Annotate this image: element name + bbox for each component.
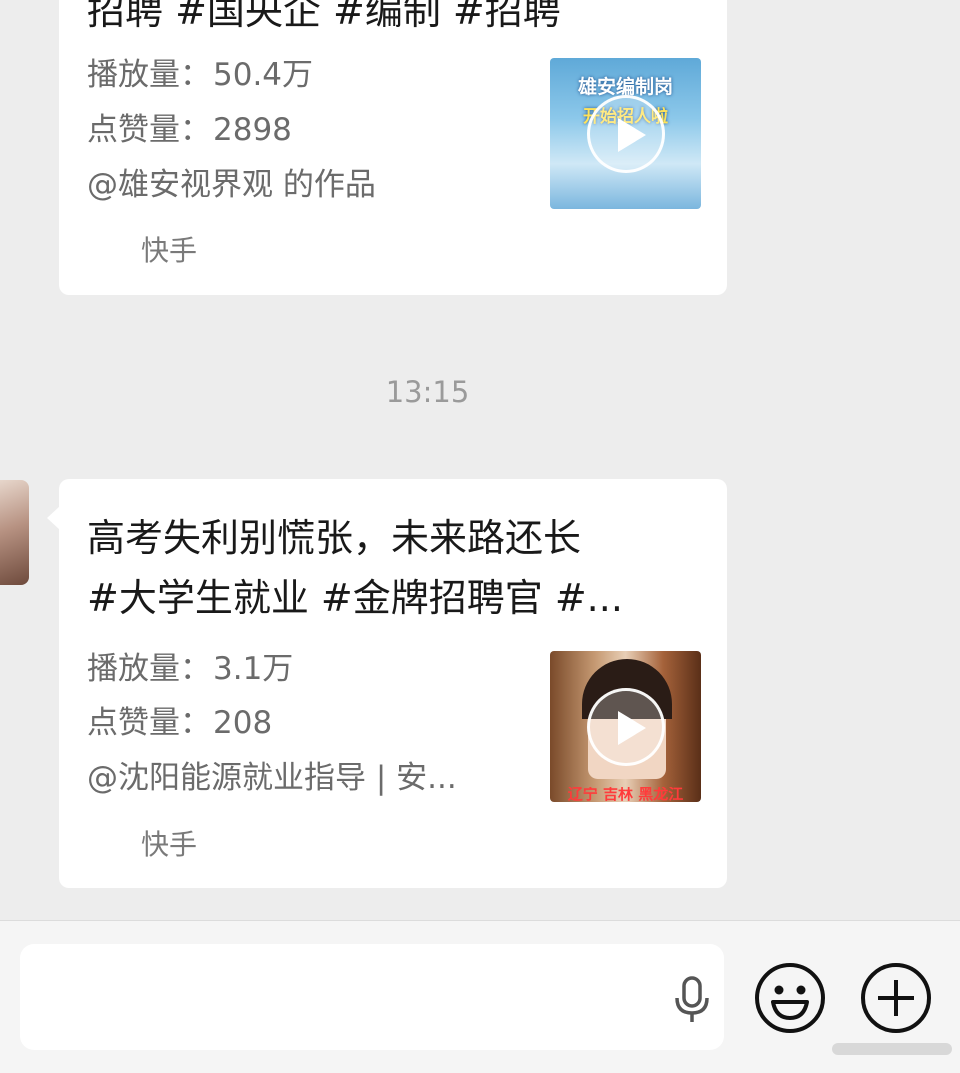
play-count-label: 播放量：	[87, 57, 211, 93]
source-app-label: 快手	[141, 828, 198, 861]
chat-area[interactable]: 招聘 #国央企 #编制 #招聘 播放量：50.4万 点赞量：2898 @雄安视界…	[0, 0, 960, 920]
card-title: 高考失利别慌张，未来路还长	[87, 516, 582, 560]
card-title-hashtags: #大学生就业 #金牌招聘官 #...	[87, 576, 623, 620]
microphone-icon[interactable]	[672, 976, 712, 1024]
play-count-value: 3.1万	[213, 651, 294, 687]
author-credit: @雄安视界观 的作品	[87, 167, 376, 203]
card-title: 招聘 #国央企 #编制 #招聘	[87, 0, 561, 33]
play-count-label: 播放量：	[87, 651, 211, 687]
play-count-value: 50.4万	[213, 57, 314, 93]
play-count: 播放量：3.1万	[87, 649, 293, 689]
plus-icon[interactable]	[860, 962, 932, 1034]
message-composer	[0, 920, 960, 1073]
video-thumbnail[interactable]: 雄安编制岗 开始招人啦	[550, 58, 701, 209]
like-count-value: 2898	[213, 112, 292, 148]
play-count: 播放量：50.4万	[87, 55, 313, 95]
source-app-label: 快手	[141, 234, 198, 267]
avatar[interactable]	[0, 480, 29, 585]
play-icon	[586, 94, 665, 173]
timestamp: 13:15	[385, 375, 470, 409]
play-icon	[586, 687, 665, 766]
message-input[interactable]	[20, 944, 724, 1050]
video-thumbnail[interactable]: 辽宁 吉林 黑龙江	[550, 651, 701, 802]
like-count-label: 点赞量：	[87, 112, 211, 148]
like-count: 点赞量：208	[87, 703, 272, 743]
video-share-card[interactable]: 高考失利别慌张，未来路还长 #大学生就业 #金牌招聘官 #... 播放量：3.1…	[59, 479, 727, 888]
like-count-value: 208	[213, 705, 273, 741]
like-count: 点赞量：2898	[87, 110, 292, 150]
video-share-card[interactable]: 招聘 #国央企 #编制 #招聘 播放量：50.4万 点赞量：2898 @雄安视界…	[59, 0, 727, 295]
author-credit: @沈阳能源就业指导 | 安...	[87, 760, 457, 796]
watermark-icon	[832, 1043, 952, 1055]
like-count-label: 点赞量：	[87, 705, 211, 741]
thumbnail-caption: 辽宁 吉林 黑龙江	[567, 787, 684, 802]
emoji-icon[interactable]	[754, 962, 826, 1034]
